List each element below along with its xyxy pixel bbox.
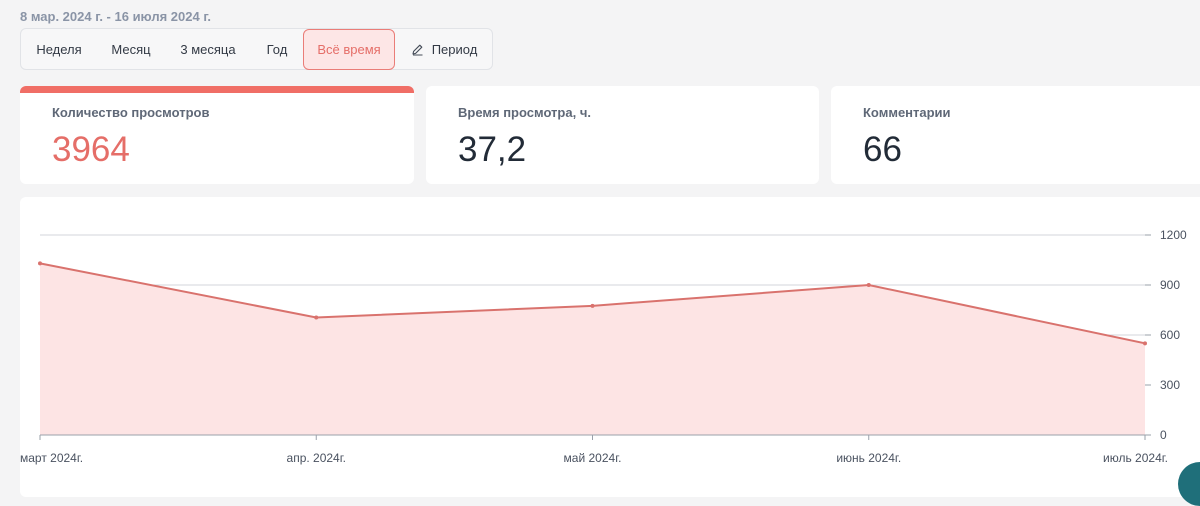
- data-point: [590, 303, 595, 308]
- y-tick-label: 900: [1160, 278, 1180, 292]
- period-custom-label: Период: [431, 41, 478, 57]
- period-week-label: Неделя: [36, 41, 82, 57]
- metric-views-value: 3964: [52, 130, 130, 169]
- period-year-button[interactable]: Год: [251, 29, 303, 69]
- metric-card-views[interactable]: Количество просмотров 3964: [20, 86, 414, 184]
- y-tick-label: 300: [1160, 378, 1180, 392]
- period-3months-label: 3 месяца: [180, 41, 236, 57]
- data-point: [314, 315, 319, 320]
- period-week-button[interactable]: Неделя: [21, 29, 97, 69]
- period-custom-button[interactable]: Период: [395, 29, 493, 69]
- period-3months-button[interactable]: 3 месяца: [165, 29, 251, 69]
- chart-panel: 0 300 600 900 1200 март 2024г. апр. 2024г. май …: [20, 197, 1200, 497]
- x-tick-label: июнь 2024г.: [836, 451, 901, 465]
- x-tick-label: июль 2024г.: [1103, 451, 1168, 465]
- metric-comments-label: Комментарии: [863, 105, 951, 120]
- metric-views-label: Количество просмотров: [52, 105, 210, 120]
- metric-comments-value: 66: [863, 130, 902, 169]
- y-tick-label: 600: [1160, 328, 1180, 342]
- data-point: [1143, 341, 1147, 346]
- date-range: 8 мар. 2024 г. - 16 июля 2024 г.: [20, 9, 212, 24]
- period-all-time-label: Всё время: [317, 42, 381, 57]
- metric-watch-time-label: Время просмотра, ч.: [458, 105, 591, 120]
- y-tick-label: 0: [1160, 428, 1167, 442]
- x-tick-label: апр. 2024г.: [287, 451, 346, 465]
- data-point: [38, 261, 42, 266]
- metric-card-comments[interactable]: Комментарии 66: [831, 86, 1200, 184]
- y-tick-label: 1200: [1160, 228, 1187, 242]
- metric-watch-time-value: 37,2: [458, 130, 527, 169]
- area-fill: [40, 263, 1145, 435]
- data-point: [866, 283, 871, 287]
- metric-card-watch-time[interactable]: Время просмотра, ч. 37,2: [426, 86, 819, 184]
- period-all-time-button[interactable]: Всё время: [303, 29, 395, 70]
- views-chart: 0 300 600 900 1200 март 2024г. апр. 2024г. май …: [20, 228, 1187, 465]
- x-tick-label: март 2024г.: [20, 451, 83, 465]
- period-month-button[interactable]: Месяц: [97, 29, 165, 69]
- x-tick-label: май 2024г.: [564, 451, 622, 465]
- pencil-icon: [411, 43, 424, 56]
- period-selector: Неделя Месяц 3 месяца Год Всё время Пери…: [20, 28, 493, 70]
- period-month-label: Месяц: [111, 41, 151, 57]
- period-year-label: Год: [266, 41, 288, 57]
